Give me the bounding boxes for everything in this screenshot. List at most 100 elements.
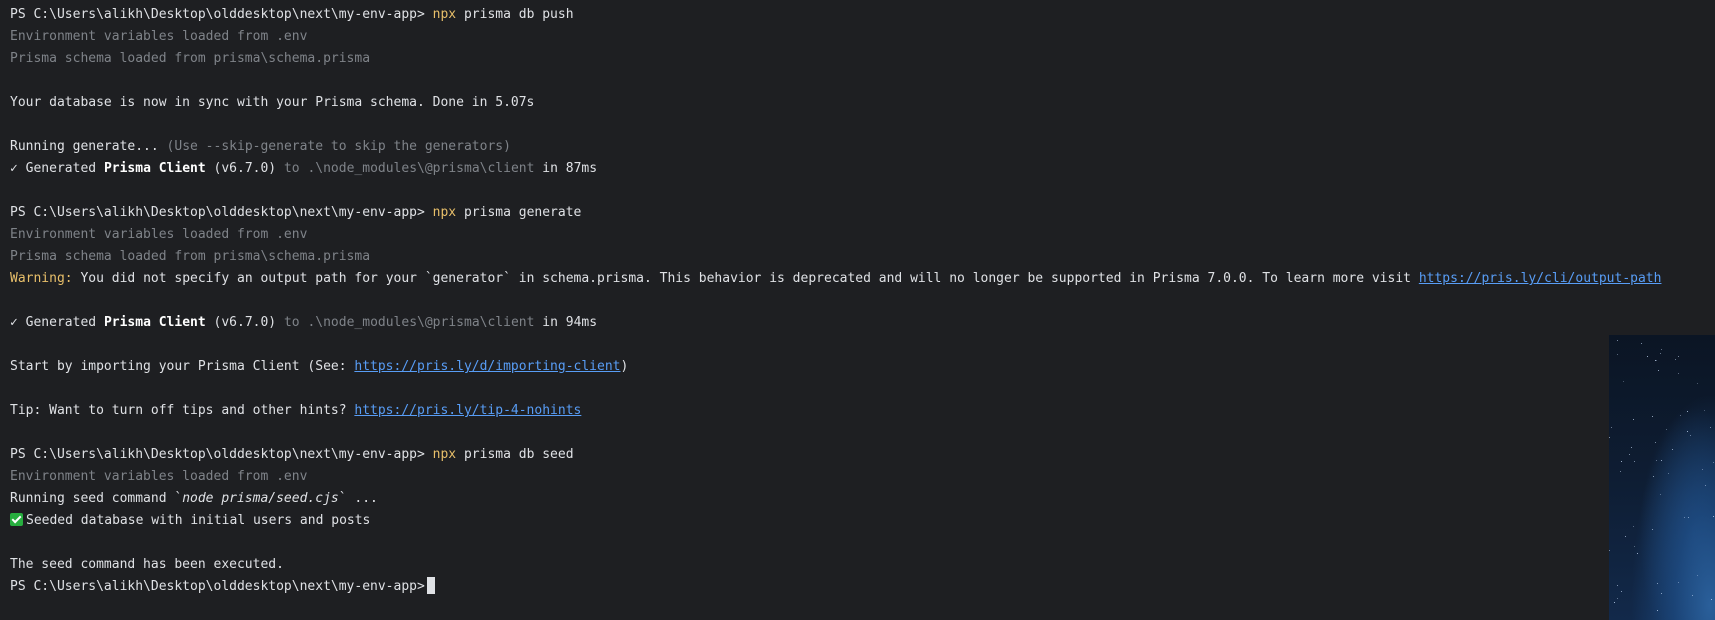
star: [1711, 599, 1712, 600]
star: [1617, 354, 1618, 355]
star: [1658, 370, 1659, 371]
checkmark-icon: ✓: [10, 161, 18, 176]
output-line: Running generate... (Use --skip-generate…: [10, 136, 1715, 158]
star: [1688, 517, 1689, 518]
star: [1621, 591, 1622, 592]
client-version: (v6.7.0): [213, 315, 277, 330]
text-cursor: [426, 577, 435, 594]
star: [1647, 356, 1648, 357]
star: [1697, 383, 1698, 384]
generated-line: ✓ Generated Prisma Client (v6.7.0) to .\…: [10, 158, 1715, 180]
star: [1655, 442, 1656, 443]
tip-text: Tip: Want to turn off tips and other hin…: [10, 403, 347, 418]
star: [1690, 435, 1691, 436]
star: [1637, 553, 1638, 554]
star: [1713, 462, 1714, 463]
generated-word: Generated: [25, 315, 97, 330]
output-line: Environment variables loaded from .env: [10, 469, 308, 484]
star: [1655, 360, 1656, 361]
star: [1652, 416, 1653, 417]
seed-cmd-prefix: Running seed command `: [10, 491, 183, 506]
warning-text: You did not specify an output path for y…: [80, 271, 1411, 286]
star: [1617, 598, 1618, 599]
star: [1675, 359, 1676, 360]
tip-line: Tip: Want to turn off tips and other hin…: [10, 400, 1715, 422]
star: [1661, 349, 1662, 350]
star: [1634, 461, 1635, 462]
star: [1620, 471, 1621, 472]
client-name: Prisma Client: [103, 161, 206, 176]
active-prompt-line[interactable]: PS C:\Users\alikh\Desktop\olddesktop\nex…: [10, 576, 1715, 598]
warning-link[interactable]: https://pris.ly/cli/output-path: [1419, 271, 1662, 286]
star: [1621, 461, 1622, 462]
seeded-line: Seeded database with initial users and p…: [10, 510, 1715, 532]
star: [1633, 526, 1634, 527]
command-args: prisma db push: [463, 7, 574, 22]
tip-link[interactable]: https://pris.ly/tip-4-nohints: [354, 403, 581, 418]
prompt-path: PS C:\Users\alikh\Desktop\olddesktop\nex…: [10, 447, 425, 462]
seed-cmd-suffix: ` ...: [338, 491, 378, 506]
star: [1692, 595, 1693, 596]
generated-word: Generated: [25, 161, 97, 176]
running-generate-hint: (Use --skip-generate to skip the generat…: [166, 139, 511, 154]
star: [1680, 415, 1681, 416]
prompt-line: PS C:\Users\alikh\Desktop\olddesktop\nex…: [10, 4, 1715, 26]
star: [1702, 469, 1703, 470]
output-line: Environment variables loaded from .env: [10, 29, 308, 44]
star: [1609, 550, 1610, 551]
star: [1623, 381, 1624, 382]
star: [1634, 546, 1635, 547]
star: [1629, 454, 1630, 455]
terminal-window[interactable]: PS C:\Users\alikh\Desktop\olddesktop\nex…: [0, 0, 1715, 620]
seeded-text: Seeded database with initial users and p…: [26, 513, 371, 528]
prompt-path: PS C:\Users\alikh\Desktop\olddesktop\nex…: [10, 7, 425, 22]
client-name: Prisma Client: [103, 315, 206, 330]
to-word: to: [283, 315, 300, 330]
star: [1687, 411, 1688, 412]
output-line: The seed command has been executed.: [10, 557, 284, 572]
output-line: Prisma schema loaded from prisma\schema.…: [10, 51, 371, 66]
prompt-line: PS C:\Users\alikh\Desktop\olddesktop\nex…: [10, 202, 1715, 224]
star: [1684, 517, 1685, 518]
generated-line: ✓ Generated Prisma Client (v6.7.0) to .\…: [10, 312, 1715, 334]
star: [1633, 419, 1634, 420]
generate-time: in 94ms: [542, 315, 598, 330]
client-version: (v6.7.0): [213, 161, 277, 176]
star: [1660, 494, 1661, 495]
seed-command-line: Running seed command `node prisma/seed.c…: [10, 488, 1715, 510]
star: [1657, 583, 1658, 584]
star: [1631, 447, 1632, 448]
checkmark-icon: ✓: [10, 315, 18, 330]
star: [1678, 356, 1679, 357]
import-link[interactable]: https://pris.ly/d/importing-client: [354, 359, 620, 374]
seed-cmd-script: node prisma/seed.cjs: [182, 491, 339, 506]
output-line: Environment variables loaded from .env: [10, 227, 308, 242]
star: [1625, 536, 1626, 537]
star: [1661, 460, 1662, 461]
star: [1614, 602, 1615, 603]
star: [1657, 610, 1658, 611]
command-exe: npx: [432, 205, 457, 220]
star: [1678, 582, 1679, 583]
star: [1641, 343, 1642, 344]
output-line: Prisma schema loaded from prisma\schema.…: [10, 249, 371, 264]
client-path: .\node_modules\@prisma\client: [307, 161, 535, 176]
star: [1697, 575, 1698, 576]
import-close: ): [620, 359, 629, 374]
command-exe: npx: [432, 7, 457, 22]
star: [1678, 373, 1679, 374]
prompt-path: PS C:\Users\alikh\Desktop\olddesktop\nex…: [10, 579, 425, 594]
output-line: Your database is now in sync with your P…: [10, 95, 535, 110]
star: [1609, 437, 1610, 438]
running-generate-text: Running generate...: [10, 139, 159, 154]
star: [1704, 410, 1705, 411]
star: [1652, 529, 1653, 530]
star: [1617, 340, 1618, 341]
